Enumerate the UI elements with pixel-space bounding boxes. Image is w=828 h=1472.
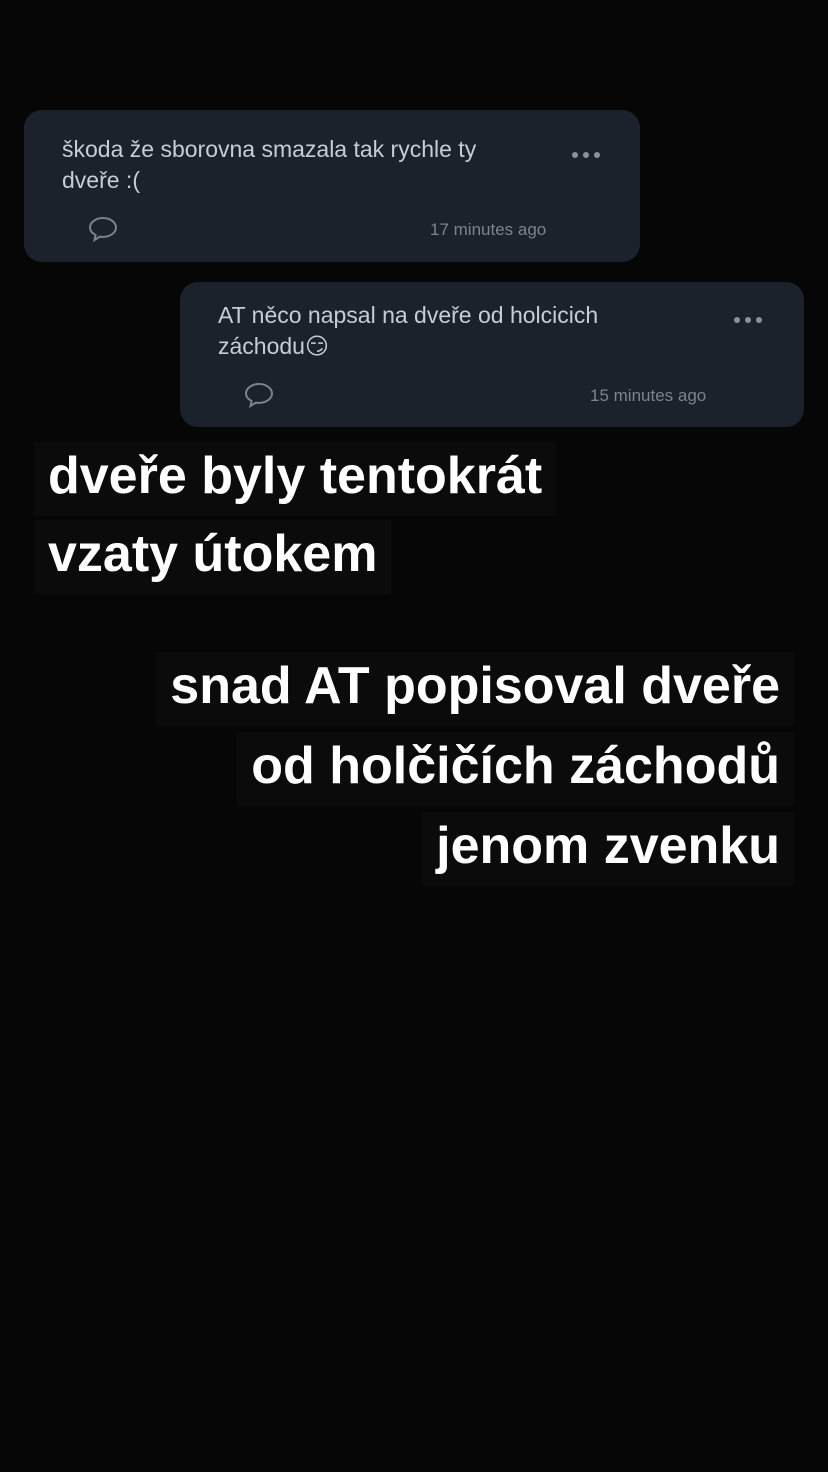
caption-line-3: snad AT popisoval dveře [156,652,794,726]
comment-card-1: škoda že sborovna smazala tak rychle ty … [24,110,640,262]
story-canvas: škoda že sborovna smazala tak rychle ty … [0,0,828,1472]
caption-line-5: jenom zvenku [422,812,794,886]
caption-line-4: od holčičích záchodů [237,732,794,806]
comment-text: AT něco napsal na dveře od holcicich zác… [218,302,599,359]
more-dots-icon[interactable] [734,317,762,323]
speech-bubble-icon[interactable] [244,382,274,408]
comment-text: škoda že sborovna smazala tak rychle ty … [62,136,477,193]
comment-card-2: AT něco napsal na dveře od holcicich zác… [180,282,804,427]
speech-bubble-icon[interactable] [88,216,118,242]
more-dots-icon[interactable] [572,152,600,158]
caption-line-1: dveře byly tentokrát [34,442,557,516]
caption-line-2: vzaty útokem [34,520,392,594]
timestamp: 17 minutes ago [430,220,547,239]
timestamp: 15 minutes ago [590,386,707,405]
